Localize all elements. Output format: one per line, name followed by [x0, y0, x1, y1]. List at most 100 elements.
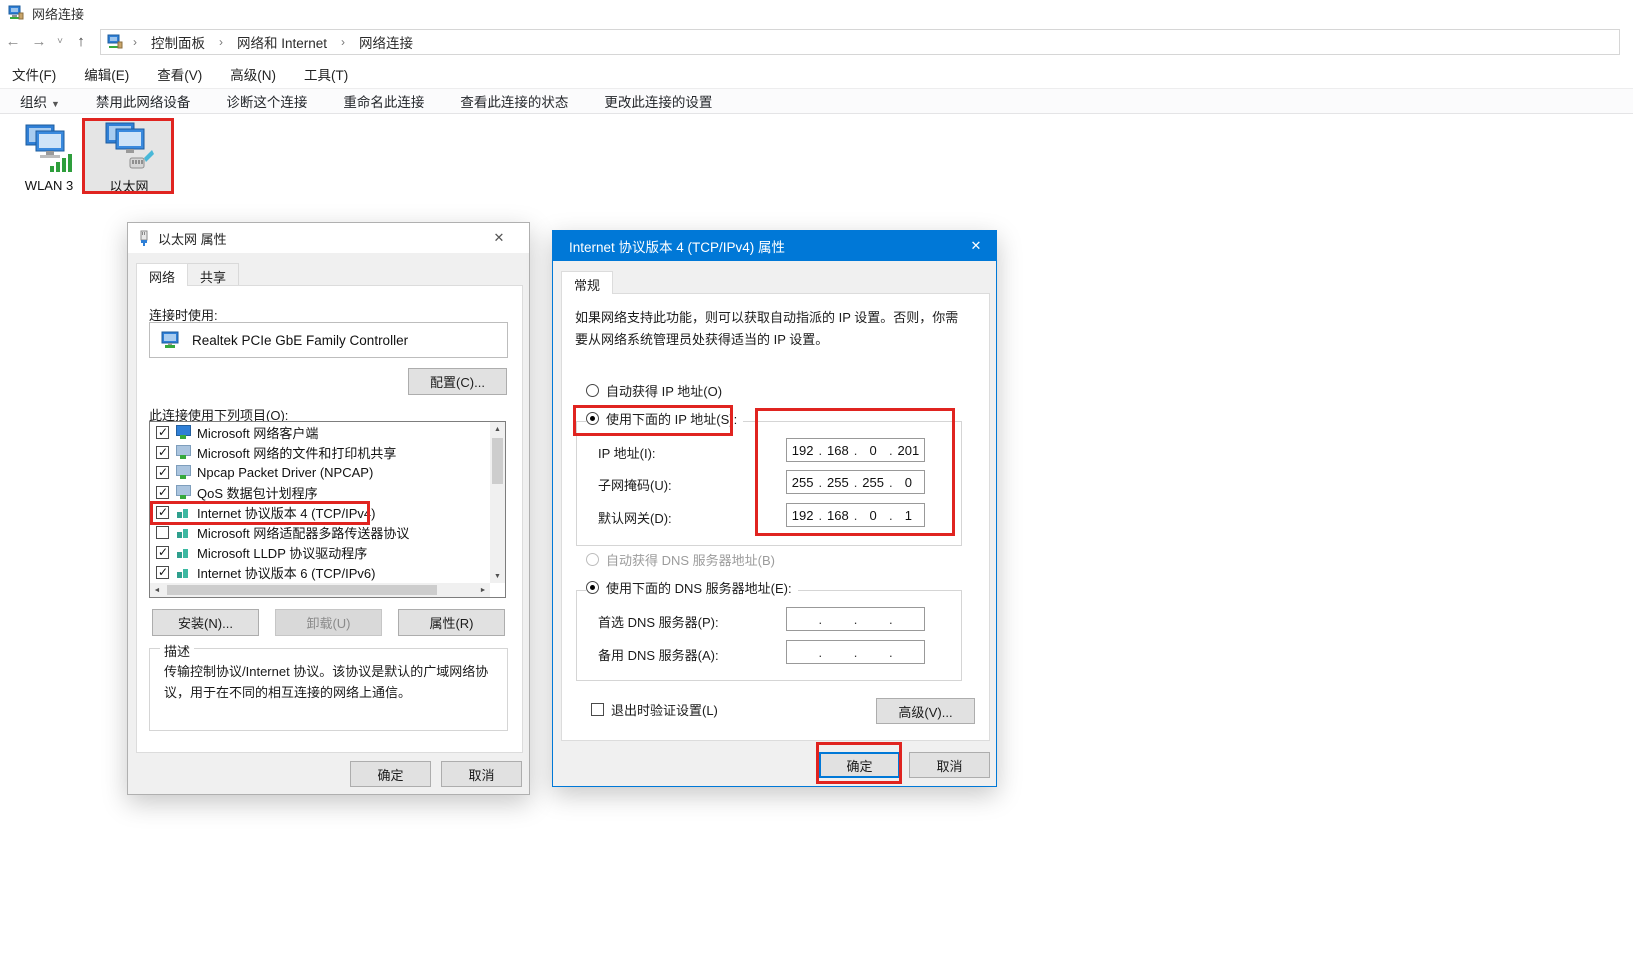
list-item[interactable]: Microsoft LLDP 协议驱动程序	[150, 542, 490, 562]
ethernet-plug-icon	[138, 230, 150, 246]
organize-button[interactable]: 组织▼	[20, 91, 60, 111]
close-icon[interactable]: ✕	[479, 223, 519, 253]
tab-network[interactable]: 网络	[136, 263, 188, 286]
preferred-dns-label: 首选 DNS 服务器(P):	[598, 612, 719, 631]
list-item[interactable]: Internet 协议版本 6 (TCP/IPv6)	[150, 562, 490, 582]
list-item-tcpipv4[interactable]: Internet 协议版本 4 (TCP/IPv4)	[150, 502, 490, 522]
item-checkbox[interactable]	[156, 566, 169, 579]
ip-octet[interactable]: 168	[822, 508, 853, 523]
description-title: 描述	[160, 641, 194, 660]
item-label: Internet 协议版本 6 (TCP/IPv6)	[197, 563, 375, 582]
item-checkbox[interactable]	[156, 486, 169, 499]
item-checkbox[interactable]	[156, 506, 169, 519]
item-checkbox[interactable]	[156, 546, 169, 559]
list-item[interactable]: QoS 数据包计划程序	[150, 482, 490, 502]
scroll-left-icon[interactable]: ◄	[150, 583, 164, 597]
ip-octet[interactable]: 201	[893, 443, 924, 458]
ip-octet[interactable]: 255	[787, 475, 818, 490]
forward-icon[interactable]: →	[26, 33, 52, 50]
ok-button[interactable]: 确定	[819, 752, 900, 778]
menu-advanced[interactable]: 高级(N)	[230, 64, 276, 84]
up-icon[interactable]: ↑	[68, 33, 94, 50]
properties-button[interactable]: 属性(R)	[398, 609, 505, 636]
item-checkbox[interactable]	[156, 526, 169, 539]
ip-octet[interactable]: 255	[822, 475, 853, 490]
item-label: QoS 数据包计划程序	[197, 483, 318, 502]
radio-icon	[586, 553, 599, 566]
disable-device-button[interactable]: 禁用此网络设备	[96, 91, 191, 111]
radio-icon[interactable]	[586, 581, 599, 594]
breadcrumb-network-connections[interactable]: 网络连接	[355, 30, 417, 54]
install-button[interactable]: 安装(N)...	[152, 609, 259, 636]
list-item[interactable]: Microsoft 网络客户端	[150, 422, 490, 442]
list-item[interactable]: Microsoft 网络的文件和打印机共享	[150, 442, 490, 462]
item-checkbox[interactable]	[156, 446, 169, 459]
ip-octet[interactable]: 0	[858, 443, 889, 458]
horizontal-scrollbar[interactable]: ◄ ►	[150, 583, 490, 597]
subnet-mask-field[interactable]: 255. 255. 255. 0	[786, 470, 925, 494]
address-bar[interactable]: › 控制面板 › 网络和 Internet › 网络连接	[100, 29, 1620, 55]
validate-on-exit-checkbox[interactable]: 退出时验证设置(L)	[591, 700, 718, 719]
ip-octet[interactable]: 0	[893, 475, 924, 490]
change-settings-button[interactable]: 更改此连接的设置	[604, 91, 712, 111]
checkbox-icon[interactable]	[591, 703, 604, 716]
breadcrumb-control-panel[interactable]: 控制面板	[147, 30, 209, 54]
scroll-down-icon[interactable]: ▼	[490, 569, 505, 583]
ok-button[interactable]: 确定	[350, 761, 431, 787]
ethernet-adapter-icon	[100, 120, 158, 172]
connection-wlan3[interactable]: WLAN 3	[4, 122, 94, 196]
ip-octet[interactable]: 0	[858, 508, 889, 523]
tab-sharing[interactable]: 共享	[187, 263, 239, 285]
dot-sep: .	[889, 645, 893, 660]
protocol-icon	[175, 565, 191, 579]
scrollbar-thumb[interactable]	[167, 585, 437, 595]
scrollbar-thumb[interactable]	[492, 438, 503, 484]
radio-icon[interactable]	[586, 384, 599, 397]
ip-octet[interactable]: 192	[787, 508, 818, 523]
manual-dns-groupbox	[576, 590, 962, 681]
history-dropdown-icon[interactable]: ˅	[52, 36, 68, 47]
breadcrumb-sep-icon: ›	[129, 35, 141, 49]
item-checkbox[interactable]	[156, 426, 169, 439]
configure-button[interactable]: 配置(C)...	[408, 368, 507, 395]
alternate-dns-field[interactable]: . . .	[786, 640, 925, 664]
menu-file[interactable]: 文件(F)	[12, 64, 56, 84]
menu-tools[interactable]: 工具(T)	[304, 64, 348, 84]
radio-manual-dns[interactable]: 使用下面的 DNS 服务器地址(E):	[586, 578, 798, 597]
vertical-scrollbar[interactable]: ▲ ▼	[490, 422, 505, 583]
item-label: Microsoft LLDP 协议驱动程序	[197, 543, 367, 562]
back-icon[interactable]: ←	[0, 33, 26, 50]
cancel-button[interactable]: 取消	[909, 752, 990, 778]
menu-edit[interactable]: 编辑(E)	[84, 64, 129, 84]
advanced-button[interactable]: 高级(V)...	[876, 698, 975, 724]
ip-address-field[interactable]: 192. 168. 0. 201	[786, 438, 925, 462]
view-status-button[interactable]: 查看此连接的状态	[460, 91, 568, 111]
list-item[interactable]: Npcap Packet Driver (NPCAP)	[150, 462, 490, 482]
window-title: 网络连接	[32, 4, 84, 23]
cancel-button[interactable]: 取消	[441, 761, 522, 787]
ip-octet[interactable]: 255	[858, 475, 889, 490]
ip-octet[interactable]: 168	[822, 443, 853, 458]
command-bar: 组织▼ 禁用此网络设备 诊断这个连接 重命名此连接 查看此连接的状态 更改此连接…	[0, 88, 1633, 114]
list-item[interactable]: Microsoft 网络适配器多路传送器协议	[150, 522, 490, 542]
rename-connection-button[interactable]: 重命名此连接	[343, 91, 424, 111]
ip-octet[interactable]: 192	[787, 443, 818, 458]
radio-icon[interactable]	[586, 412, 599, 425]
folder-network-icon	[107, 34, 123, 50]
scroll-up-icon[interactable]: ▲	[490, 422, 505, 436]
radio-manual-ip[interactable]: 使用下面的 IP 地址(S):	[586, 409, 743, 428]
dialog-titlebar[interactable]: 以太网 属性 ✕	[128, 223, 529, 253]
item-checkbox[interactable]	[156, 466, 169, 479]
connection-ethernet[interactable]: 以太网	[84, 120, 174, 194]
radio-auto-ip[interactable]: 自动获得 IP 地址(O)	[586, 381, 722, 400]
diagnose-connection-button[interactable]: 诊断这个连接	[226, 91, 307, 111]
breadcrumb-network-internet[interactable]: 网络和 Internet	[233, 30, 331, 54]
items-listbox[interactable]: Microsoft 网络客户端 Microsoft 网络的文件和打印机共享 Np…	[149, 421, 506, 598]
preferred-dns-field[interactable]: . . .	[786, 607, 925, 631]
menu-view[interactable]: 查看(V)	[157, 64, 202, 84]
file-printer-share-icon	[175, 445, 191, 459]
gateway-field[interactable]: 192. 168. 0. 1	[786, 503, 925, 527]
ip-octet[interactable]: 1	[893, 508, 924, 523]
ip-address-label: IP 地址(I):	[598, 443, 656, 462]
scroll-right-icon[interactable]: ►	[476, 583, 490, 597]
